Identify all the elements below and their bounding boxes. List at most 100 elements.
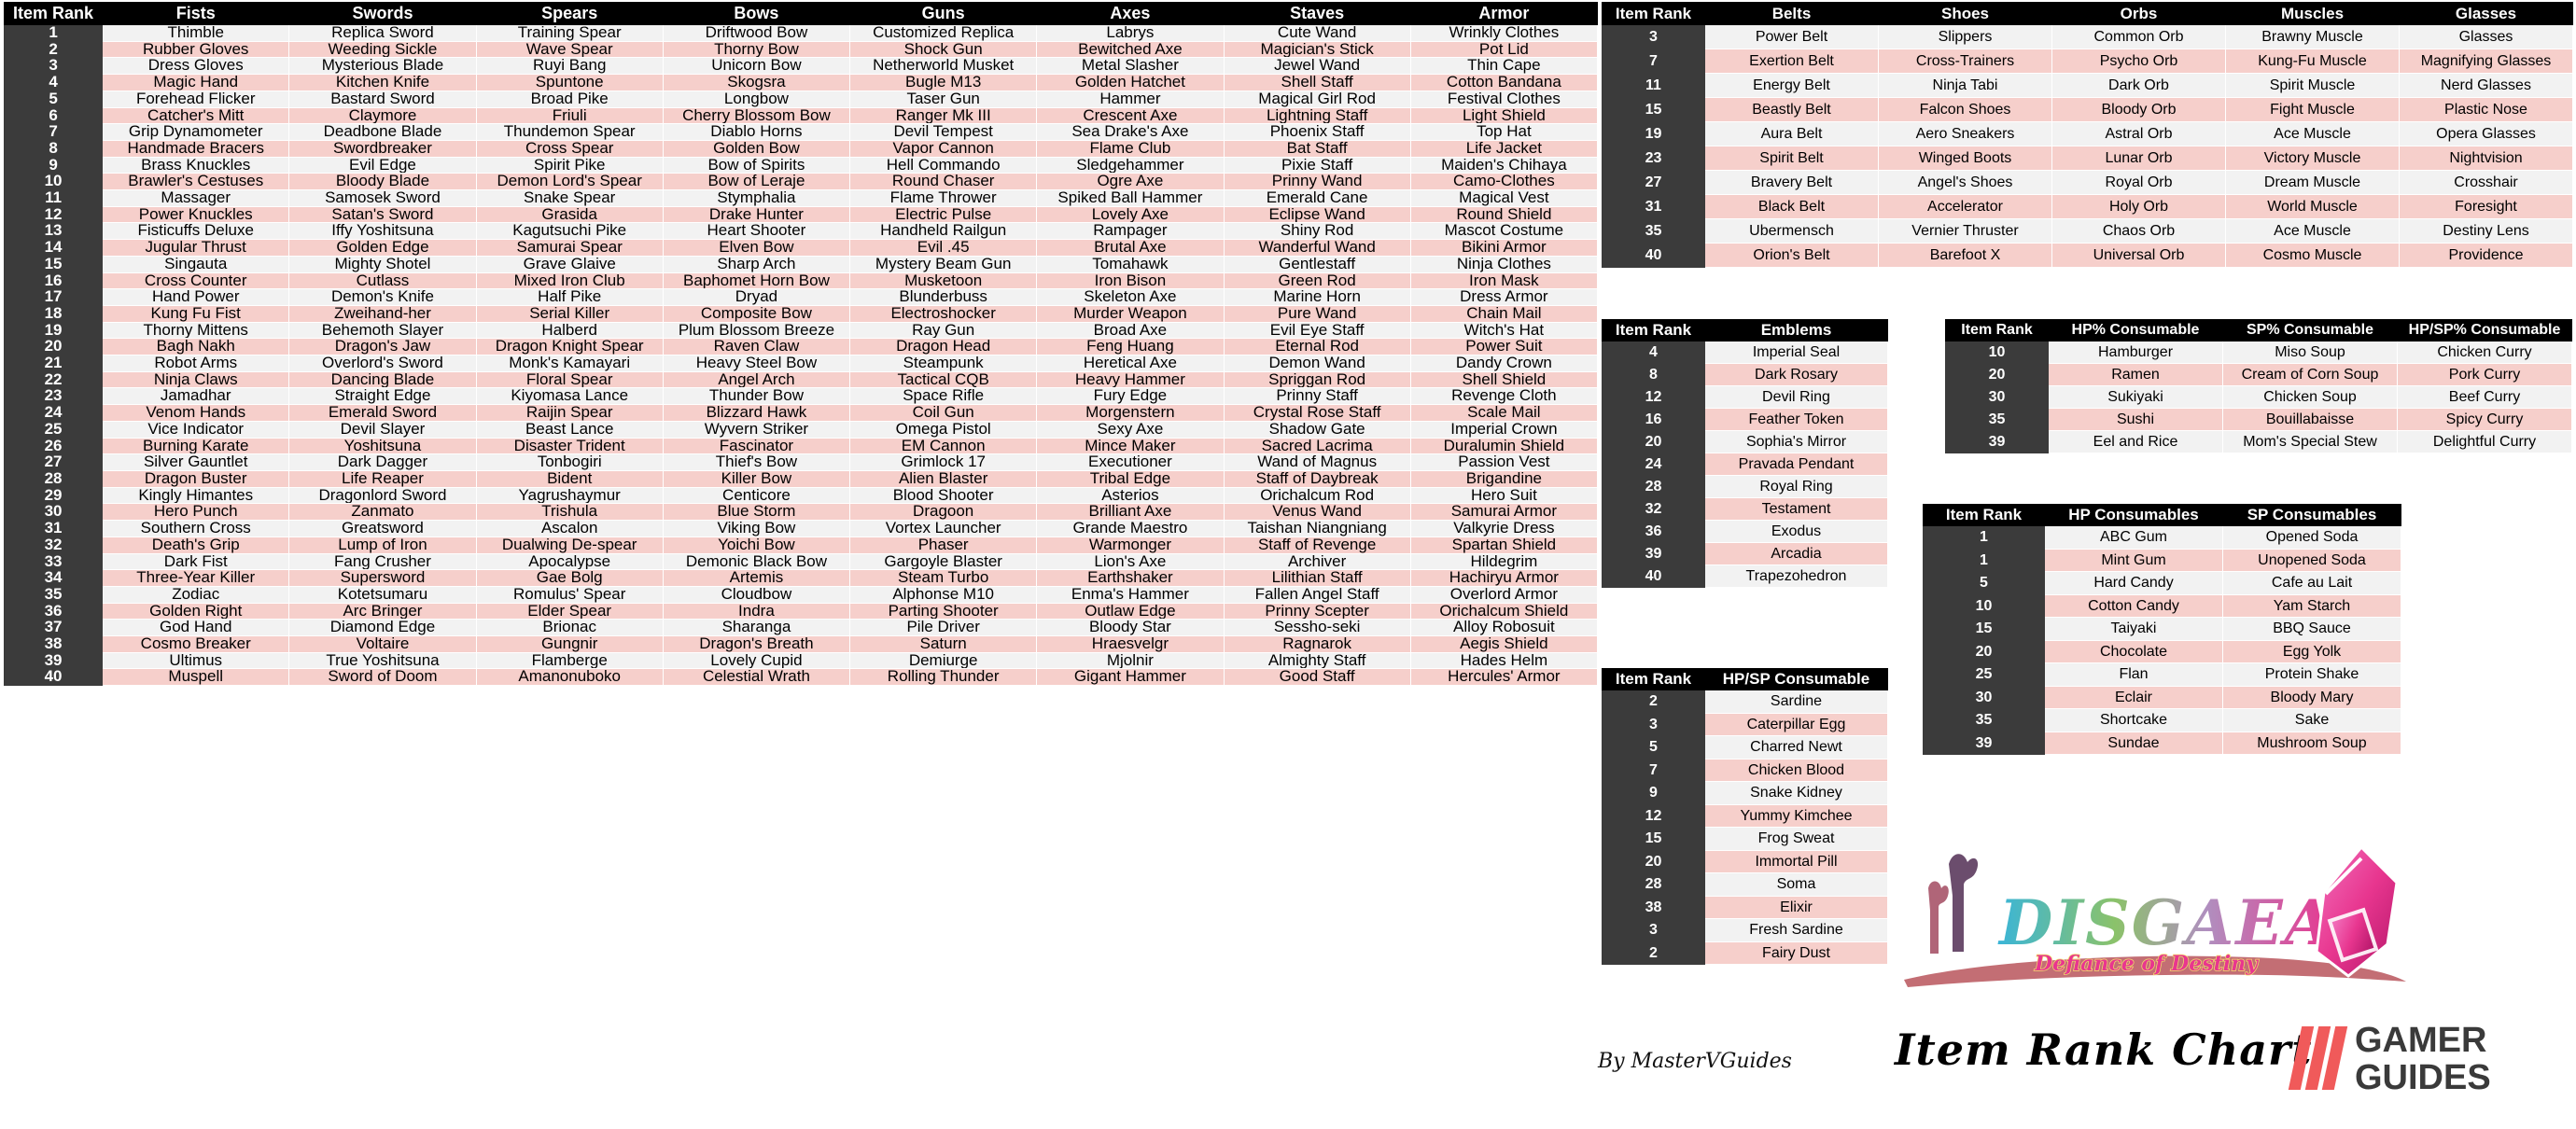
- item-name-cell: Sake: [2222, 708, 2401, 732]
- item-name-cell: Omega Pistol: [849, 420, 1038, 439]
- table-body: 2 Sardine 3 Caterpillar Egg 5 Charred Newt 7 Ch…: [1602, 690, 1888, 965]
- table-row: 5 Charred Newt: [1602, 735, 1888, 760]
- item-name-cell: Behemoth Slayer: [288, 321, 477, 340]
- table-row: 5 Hard Candy Cafe au Lait: [1923, 571, 2401, 595]
- item-rank-cell: 38: [1602, 895, 1705, 919]
- item-name-cell: Monk's Kamayari: [475, 355, 664, 372]
- item-name-cell: Dragoon: [849, 503, 1038, 522]
- table-row: 36 Exodus: [1602, 520, 1888, 543]
- table-row: 12 Devil Ring: [1602, 385, 1888, 409]
- item-name-cell: Handheld Railgun: [849, 222, 1038, 241]
- item-name-cell: Mystery Beam Gun: [849, 255, 1038, 273]
- item-name-cell: Cosmo Breaker: [102, 635, 290, 653]
- table-row: 9 Brass Knuckles Evil Edge Spirit Pike Bow o…: [3, 156, 1599, 174]
- item-name-cell: Zanmato: [288, 503, 477, 522]
- item-name-cell: Spartan Shield: [1409, 536, 1599, 554]
- item-name-cell: Orion's Belt: [1704, 243, 1879, 268]
- item-name-cell: Dark Orb: [2051, 73, 2226, 98]
- item-name-cell: Hammer: [1036, 90, 1225, 108]
- item-name-cell: Dress Gloves: [102, 57, 290, 76]
- item-rank-cell: 30: [1923, 685, 2045, 709]
- table-row: 23 Jamadhar Straight Edge Kiyomasa Lance Thu…: [3, 387, 1599, 406]
- item-name-cell: Staff of Revenge: [1223, 536, 1411, 554]
- item-name-cell: Taiyaki: [2044, 617, 2223, 641]
- item-name-cell: Baphomet Horn Bow: [662, 272, 851, 290]
- table-row: 30 Eclair Bloody Mary: [1923, 685, 2401, 709]
- item-name-cell: Kotetsumaru: [288, 585, 477, 604]
- item-name-cell: Gae Bolg: [475, 569, 664, 587]
- item-name-cell: Evil Eye Staff: [1223, 321, 1411, 340]
- item-rank-cell: 18: [3, 304, 104, 323]
- item-name-cell: Kung Fu Fist: [102, 304, 290, 323]
- item-name-cell: Miso Soup: [2222, 341, 2398, 364]
- item-name-cell: Falcon Shoes: [1878, 97, 2052, 122]
- item-rank-cell: 3: [1602, 918, 1705, 942]
- item-name-cell: Earthshaker: [1036, 569, 1225, 587]
- item-name-cell: Zodiac: [102, 585, 290, 604]
- item-name-cell: Yagrushaymur: [475, 486, 664, 505]
- item-name-cell: Indra: [662, 602, 851, 620]
- item-name-cell: Dragon's Breath: [662, 635, 851, 653]
- item-rank-cell: 40: [3, 668, 104, 687]
- item-rank-cell: 27: [1602, 170, 1705, 195]
- item-name-cell: Cute Wand: [1223, 24, 1411, 42]
- item-name-cell: Victory Muscle: [2225, 146, 2400, 171]
- item-name-cell: Deadbone Blade: [288, 123, 477, 141]
- item-name-cell: Magical Girl Rod: [1223, 90, 1411, 108]
- item-name-cell: Skeleton Axe: [1036, 288, 1225, 306]
- item-name-cell: Fight Muscle: [2225, 97, 2400, 122]
- table-row: 7 Chicken Blood: [1602, 758, 1888, 782]
- item-name-cell: Swordbreaker: [288, 139, 477, 158]
- item-name-cell: Arcadia: [1704, 542, 1888, 565]
- item-name-cell: Executioner: [1036, 453, 1225, 471]
- item-name-cell: World Muscle: [2225, 194, 2400, 219]
- item-name-cell: Mixed Iron Club: [475, 272, 664, 290]
- item-name-cell: Lovely Cupid: [662, 651, 851, 670]
- item-name-cell: Ace Muscle: [2225, 218, 2400, 244]
- item-name-cell: Emerald Sword: [288, 404, 477, 422]
- item-name-cell: Bloody Orb: [2051, 97, 2226, 122]
- item-rank-cell: 38: [3, 635, 104, 653]
- table-row: 3 Caterpillar Egg: [1602, 712, 1888, 736]
- item-name-cell: Psycho Orb: [2051, 49, 2226, 74]
- item-name-cell: Sacred Lacrima: [1223, 437, 1411, 455]
- item-name-cell: Rolling Thunder: [849, 668, 1038, 687]
- emblems-table-container: Item Rank Emblems 4 Imperial Seal 8 Dark Ros…: [1602, 319, 1888, 588]
- item-name-cell: Immortal Pill: [1704, 849, 1888, 873]
- table-row: 28 Royal Ring: [1602, 475, 1888, 498]
- item-name-cell: Thundemon Spear: [475, 123, 664, 141]
- item-name-cell: Elixir: [1704, 895, 1888, 919]
- table-row: 14 Jugular Thrust Golden Edge Samurai Spear…: [3, 239, 1599, 257]
- item-name-cell: Mascot Costume: [1409, 222, 1599, 241]
- item-name-cell: Coil Gun: [849, 404, 1038, 422]
- item-name-cell: Destiny Lens: [2399, 218, 2573, 244]
- item-name-cell: Wrinkly Clothes: [1409, 24, 1599, 42]
- item-name-cell: Evil Edge: [288, 156, 477, 174]
- item-name-cell: Spiked Ball Hammer: [1036, 189, 1225, 207]
- item-name-cell: Dandy Crown: [1409, 355, 1599, 372]
- item-name-cell: Eternal Rod: [1223, 338, 1411, 356]
- table-header-row: Item Rank HP% Consumable SP% Consumable HP/…: [1945, 319, 2572, 341]
- item-name-cell: Staff of Daybreak: [1223, 469, 1411, 488]
- item-name-cell: Lilithian Staff: [1223, 569, 1411, 587]
- item-name-cell: Fang Crusher: [288, 552, 477, 571]
- item-name-cell: Sharp Arch: [662, 255, 851, 273]
- item-name-cell: Emerald Cane: [1223, 189, 1411, 207]
- table-header-row: Item Rank Emblems: [1602, 319, 1888, 341]
- item-name-cell: Brigandine: [1409, 469, 1599, 488]
- table-row: 9 Snake Kidney: [1602, 781, 1888, 805]
- table-header-row: Item Rank Fists Swords Spears Bows Guns Axes St…: [3, 2, 1599, 25]
- item-name-cell: Brionac: [475, 619, 664, 637]
- item-name-cell: Round Chaser: [849, 173, 1038, 191]
- item-name-cell: Bow of Leraje: [662, 173, 851, 191]
- item-name-cell: Thunder Bow: [662, 387, 851, 406]
- item-name-cell: Killer Bow: [662, 469, 851, 488]
- item-name-cell: Blizzard Hawk: [662, 404, 851, 422]
- table-row: 39 Ultimus True Yoshitsuna Flamberge Lovely …: [3, 651, 1599, 670]
- item-name-cell: Tomahawk: [1036, 255, 1225, 273]
- item-name-cell: Cafe au Lait: [2222, 571, 2401, 595]
- item-name-cell: Beastly Belt: [1704, 97, 1879, 122]
- item-name-cell: Dualwing De-spear: [475, 536, 664, 554]
- item-name-cell: Cosmo Muscle: [2225, 243, 2400, 268]
- item-name-cell: Magnifying Glasses: [2399, 49, 2573, 74]
